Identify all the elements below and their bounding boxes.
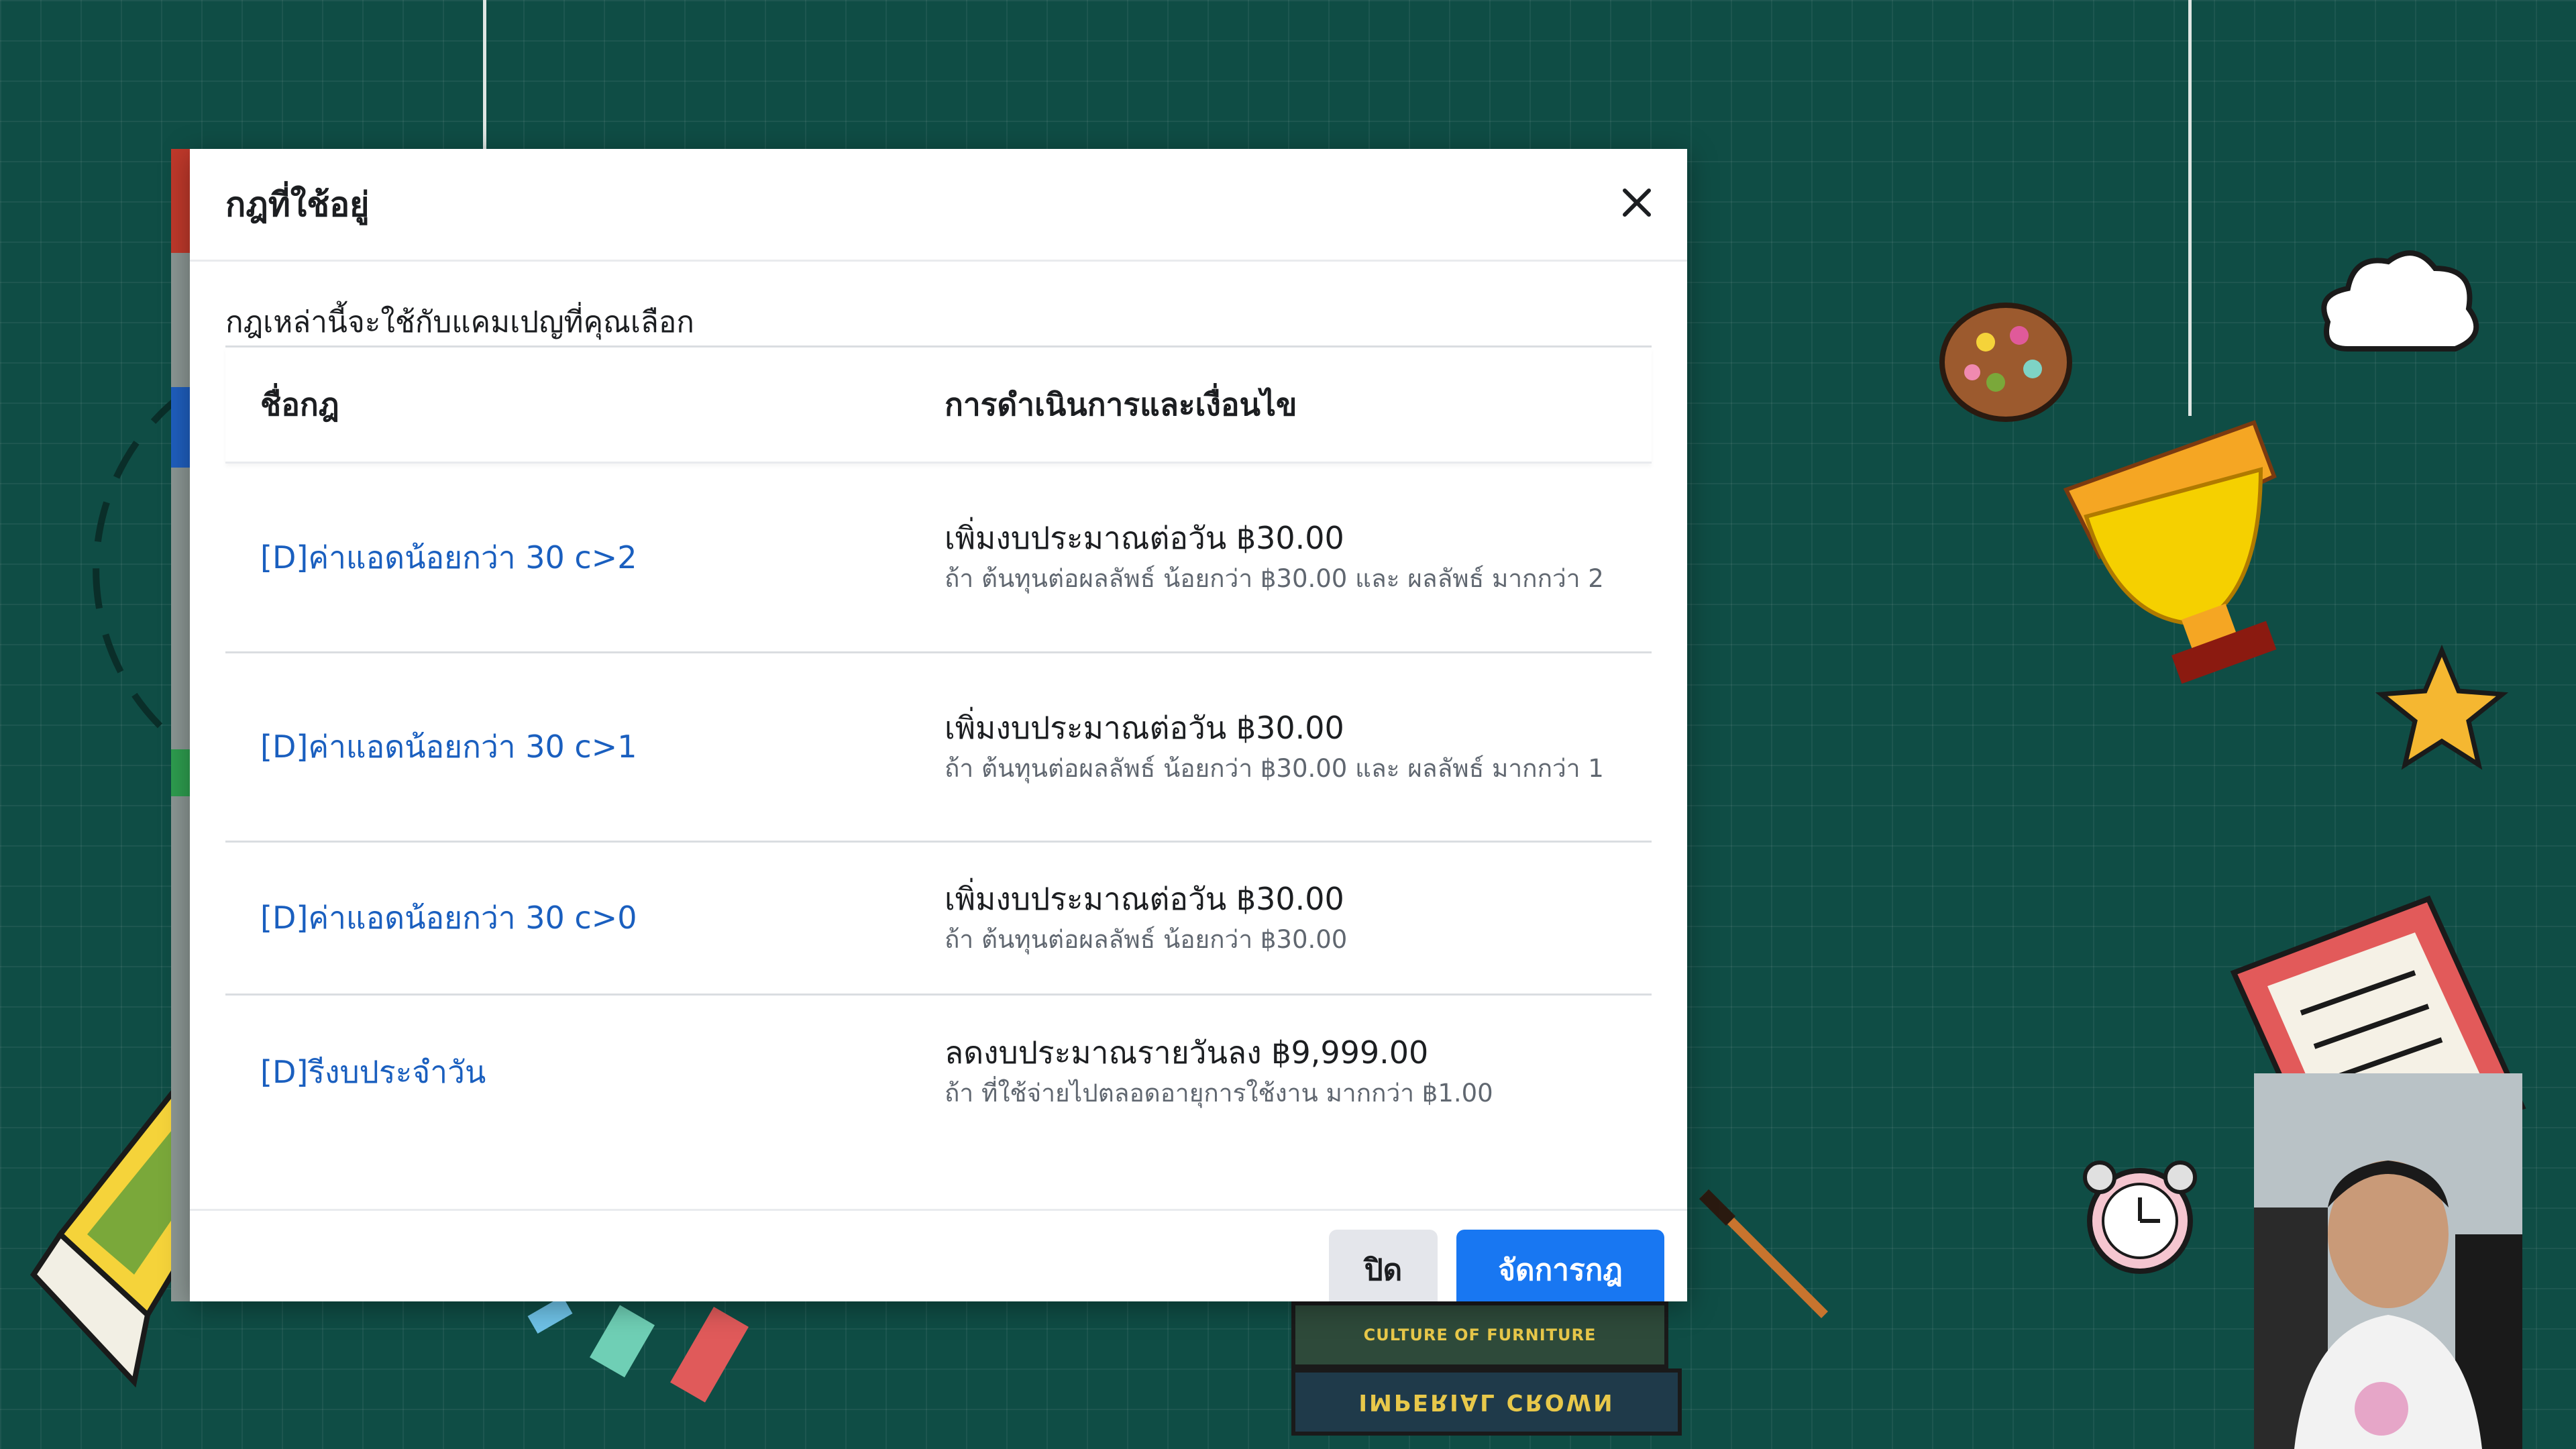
dialog-header: กฎที่ใช้อยู่	[190, 149, 1687, 262]
close-dialog-button[interactable]: ปิด	[1329, 1230, 1438, 1301]
rule-condition: ถ้า ที่ใช้จ่ายไปตลอดอายุการใช้งาน มากกว่…	[945, 1079, 1493, 1108]
trophy-icon	[2063, 420, 2277, 684]
rule-name-link[interactable]: [D]ค่าแอดน้อยกว่า 30 c>1	[260, 729, 637, 765]
presenter-video	[2254, 1073, 2522, 1449]
table-row: [D]ค่าแอดน้อยกว่า 30 c>1 เพิ่มงบประมาณต่…	[225, 653, 1652, 843]
rule-condition: ถ้า ต้นทุนต่อผลลัพธ์ น้อยกว่า ฿30.00 และ…	[945, 753, 1604, 783]
rule-condition: ถ้า ต้นทุนต่อผลลัพธ์ น้อยกว่า ฿30.00 และ…	[945, 564, 1604, 593]
dialog-footer: ปิด จัดการกฎ	[190, 1209, 1687, 1301]
rule-condition: ถ้า ต้นทุนต่อผลลัพธ์ น้อยกว่า ฿30.00	[945, 924, 1348, 954]
cloud-icon	[2321, 250, 2479, 352]
book-stack-bottom: CULTURE OF FURNITURE IMPERIAL CROWN	[1291, 1301, 1682, 1436]
star-icon	[2375, 644, 2509, 770]
rules-table-header: ชื่อกฎ การดำเนินการและเงื่อนไข	[225, 347, 1652, 464]
rule-name-link[interactable]: [D]ค่าแอดน้อยกว่า 30 c>0	[260, 900, 637, 936]
table-row: [D]ค่าแอดน้อยกว่า 30 c>0 เพิ่มงบประมาณต่…	[225, 843, 1652, 996]
hanging-string	[483, 0, 486, 149]
dialog-body: กฎเหล่านี้จะใช้กับแคมเปญที่คุณเลือก ชื่อ…	[190, 262, 1687, 1148]
table-row: [D]รีงบประจำวัน ลดงบประมาณรายวันลง ฿9,99…	[225, 996, 1652, 1148]
dialog-description: กฎเหล่านี้จะใช้กับแคมเปญที่คุณเลือก	[225, 262, 1652, 347]
table-row: [D]ค่าแอดน้อยกว่า 30 c>2 เพิ่มงบประมาณต่…	[225, 464, 1652, 653]
close-icon	[1623, 189, 1651, 217]
rule-action: เพิ่มงบประมาณต่อวัน ฿30.00	[945, 709, 1344, 746]
book-spine: IMPERIAL CROWN	[1291, 1368, 1682, 1436]
book-spine: CULTURE OF FURNITURE	[1291, 1301, 1668, 1368]
rule-action: ลดงบประมาณรายวันลง ฿9,999.00	[945, 1034, 1429, 1071]
webcam-overlay	[2254, 1073, 2522, 1449]
alarm-clock-icon	[2083, 1161, 2197, 1274]
active-rules-dialog: กฎที่ใช้อยู่ กฎเหล่านี้จะใช้กับแคมเปญที่…	[190, 149, 1687, 1301]
column-header-actions: การดำเนินการและเงื่อนไข	[945, 386, 1297, 423]
rule-action: เพิ่มงบประมาณต่อวัน ฿30.00	[945, 520, 1344, 556]
rule-name-link[interactable]: [D]ค่าแอดน้อยกว่า 30 c>2	[260, 539, 637, 576]
close-button[interactable]	[1613, 179, 1660, 226]
chalk-decoration	[527, 1298, 749, 1403]
paintbrush-icon	[1699, 1189, 1828, 1318]
column-header-rule-name: ชื่อกฎ	[260, 386, 339, 423]
hanging-string	[2188, 0, 2192, 416]
rule-name-link[interactable]: [D]รีงบประจำวัน	[260, 1054, 486, 1090]
dialog-title: กฎที่ใช้อยู่	[225, 185, 370, 224]
manage-rules-button[interactable]: จัดการกฎ	[1456, 1230, 1664, 1301]
rule-action: เพิ่มงบประมาณต่อวัน ฿30.00	[945, 880, 1344, 917]
